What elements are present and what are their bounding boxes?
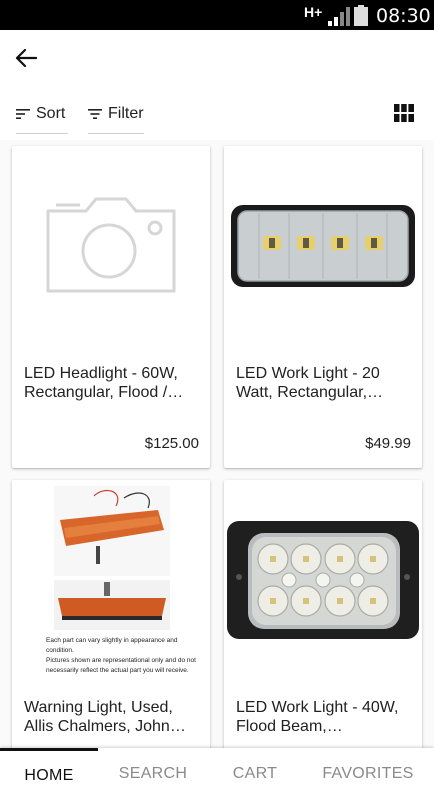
sort-label: Sort (36, 104, 66, 122)
sort-icon (16, 108, 30, 119)
product-name: LED Work Light - 40W, Flood Beam,… (236, 699, 399, 735)
product-price: $49.99 (365, 435, 411, 452)
nav-home[interactable]: HOME (0, 748, 98, 800)
battery-icon (354, 5, 368, 26)
status-bar: H+ 08:30 (0, 0, 434, 30)
led-work-light-image (231, 205, 415, 287)
product-name: LED Work Light - 20 Watt, Rectangular,… (236, 365, 384, 401)
filter-icon (88, 108, 102, 119)
warning-light-photo-top (60, 489, 164, 564)
product-card[interactable]: Each part can vary slightly in appearanc… (12, 480, 210, 748)
product-price: $125.00 (144, 435, 199, 452)
network-type: H+ (304, 4, 323, 20)
led-flood-light-image (227, 521, 419, 639)
product-name: LED Headlight - 60W, Rectangular, Flood … (24, 365, 184, 401)
nav-favorites[interactable]: FAVORITES (302, 748, 434, 800)
product-image (12, 146, 210, 346)
image-disclaimer: Each part can vary slightly in appearanc… (46, 637, 196, 674)
clock: 08:30 (376, 5, 431, 27)
sort-button[interactable]: Sort (16, 94, 68, 134)
warning-light-photo-bottom (58, 582, 166, 620)
back-button[interactable] (10, 42, 42, 74)
nav-search[interactable]: SEARCH (98, 748, 208, 800)
bottom-navigation: HOME SEARCH CART FAVORITES (0, 748, 434, 800)
grid-view-icon[interactable] (394, 104, 414, 124)
product-name: Warning Light, Used, Allis Chalmers, Joh… (24, 699, 186, 735)
product-card[interactable]: LED Work Light - 20 Watt, Rectangular,… … (224, 146, 422, 468)
product-image: Each part can vary slightly in appearanc… (12, 480, 210, 680)
product-image (224, 480, 422, 680)
filter-label: Filter (108, 104, 144, 122)
arrow-left-icon (15, 48, 37, 68)
camera-placeholder-icon (46, 197, 176, 293)
product-image (224, 146, 422, 346)
product-grid: LED Headlight - 60W, Rectangular, Flood … (0, 140, 434, 748)
sort-filter-toolbar: Sort Filter (0, 88, 434, 140)
product-card[interactable]: LED Headlight - 60W, Rectangular, Flood … (12, 146, 210, 468)
filter-button[interactable]: Filter (88, 94, 144, 134)
product-card[interactable]: LED Work Light - 40W, Flood Beam,… (224, 480, 422, 748)
app-header (0, 30, 434, 88)
nav-cart[interactable]: CART (208, 748, 302, 800)
signal-icon (328, 7, 350, 26)
